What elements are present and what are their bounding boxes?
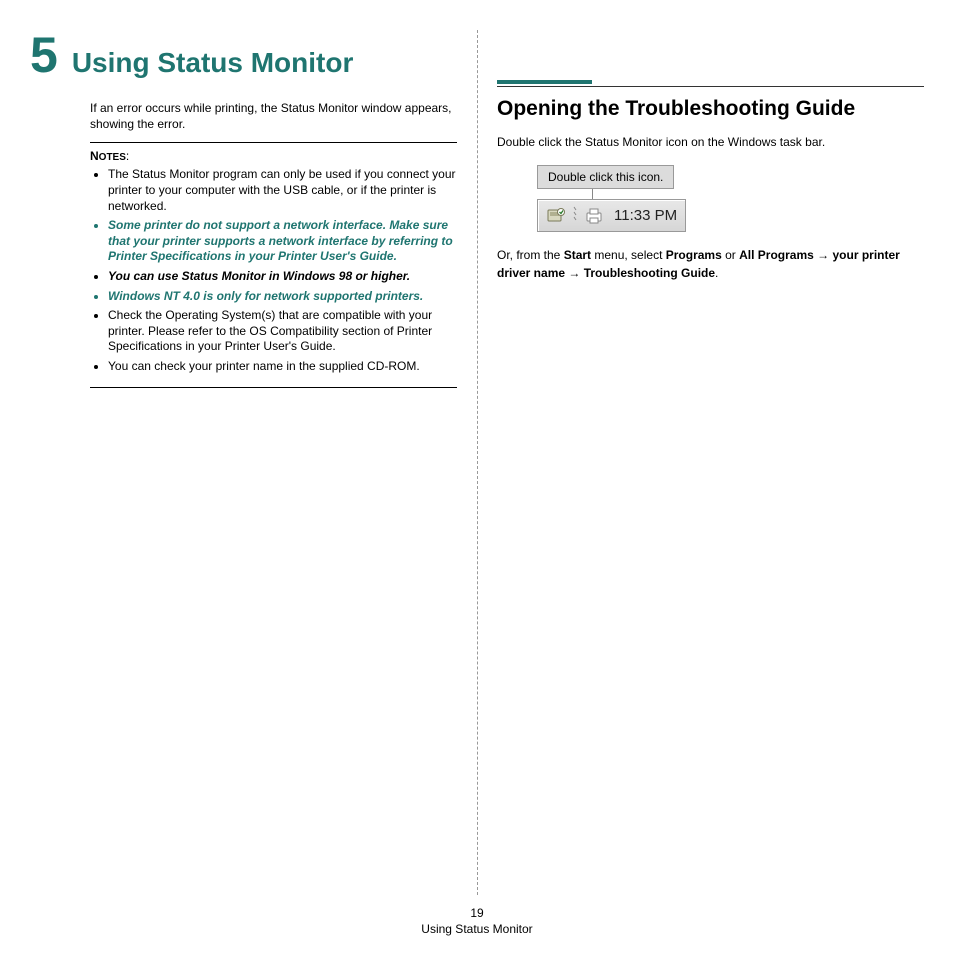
- footer-title: Using Status Monitor: [0, 922, 954, 936]
- system-tray: 11:33 PM: [537, 199, 686, 232]
- callout-box: Double click this icon.: [537, 165, 674, 189]
- page-footer: 19 Using Status Monitor: [0, 906, 954, 936]
- note-item: Check the Operating System(s) that are c…: [108, 308, 457, 355]
- callout-wrap: Double click this icon. 11:33 PM: [537, 165, 924, 232]
- right-column: Opening the Troubleshooting Guide Double…: [477, 30, 924, 900]
- chapter-number: 5: [30, 30, 58, 80]
- printer-tray-icon: [584, 206, 604, 226]
- page: 5 Using Status Monitor If an error occur…: [0, 0, 954, 900]
- tray-separator-icon: [572, 204, 578, 227]
- tray-clock: 11:33 PM: [610, 207, 677, 224]
- chapter-heading: 5 Using Status Monitor: [30, 30, 457, 80]
- navigation-sequence: Or, from the Start menu, select Programs…: [497, 246, 924, 282]
- callout-leader-line: [592, 189, 593, 199]
- note-item: Some printer do not support a network in…: [108, 218, 457, 265]
- page-number: 19: [0, 906, 954, 920]
- note-item: The Status Monitor program can only be u…: [108, 167, 457, 214]
- intro-paragraph: If an error occurs while printing, the S…: [90, 100, 457, 132]
- notes-label: NOTES: [90, 149, 126, 163]
- note-item: Windows NT 4.0 is only for network suppo…: [108, 289, 457, 305]
- notes-box: NOTES: The Status Monitor program can on…: [90, 142, 457, 387]
- section-underline: [497, 86, 924, 87]
- note-item: You can check your printer name in the s…: [108, 359, 457, 375]
- status-monitor-icon: [546, 206, 566, 226]
- body-text: Double click the Status Monitor icon on …: [497, 134, 924, 151]
- notes-list: The Status Monitor program can only be u…: [90, 167, 457, 374]
- section-title: Opening the Troubleshooting Guide: [497, 95, 924, 122]
- section-accent-rule: [497, 80, 592, 84]
- left-column: 5 Using Status Monitor If an error occur…: [30, 30, 477, 900]
- note-item: You can use Status Monitor in Windows 98…: [108, 269, 457, 285]
- column-divider: [477, 30, 478, 895]
- chapter-title: Using Status Monitor: [72, 47, 354, 79]
